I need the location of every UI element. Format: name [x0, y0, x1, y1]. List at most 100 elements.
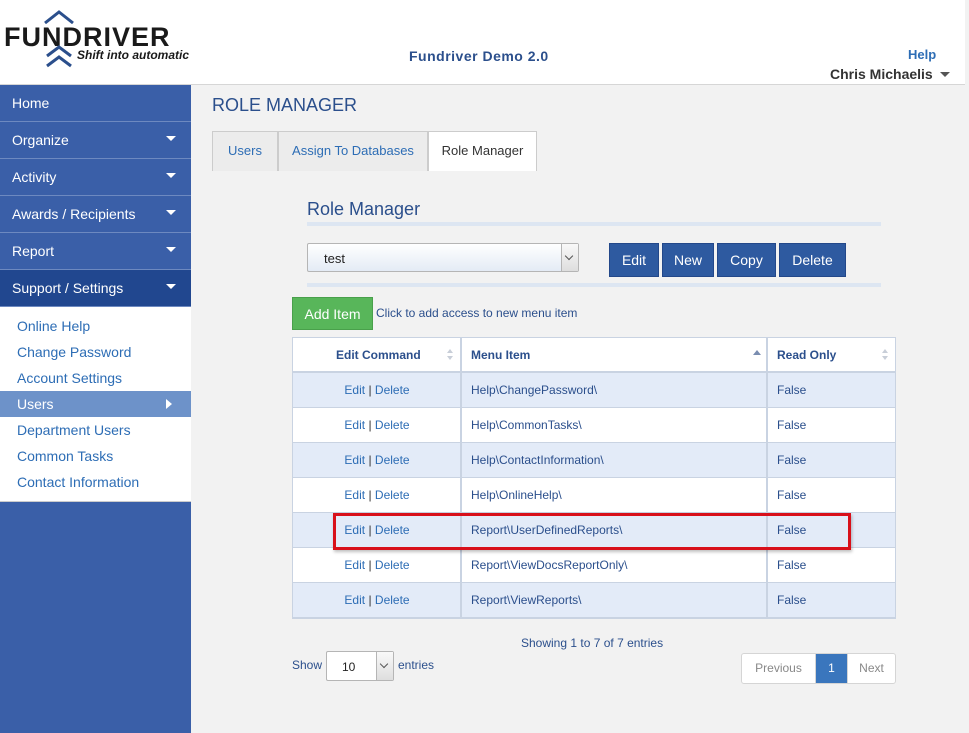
column-divider [766, 478, 768, 512]
menu-item-cell: Help\CommonTasks\ [471, 418, 582, 432]
delete-role-button[interactable]: Delete [779, 243, 846, 277]
row-delete-link[interactable]: Delete [375, 418, 410, 432]
row-delete-link[interactable]: Delete [375, 453, 410, 467]
read-only-cell: False [777, 488, 807, 502]
chevron-down-icon [379, 659, 389, 669]
sidebar-item-label: Report [12, 243, 55, 259]
column-divider [766, 548, 768, 582]
sort-icon[interactable] [447, 349, 454, 361]
link-separator: | [368, 488, 372, 502]
table-row: Edit | Delete Help\OnlineHelp\ False [293, 478, 895, 513]
divider [307, 222, 881, 226]
row-delete-link[interactable]: Delete [375, 593, 410, 607]
previous-page-button[interactable]: Previous [742, 654, 816, 683]
sidebar-item-home[interactable]: Home [0, 85, 191, 122]
link-separator: | [368, 453, 372, 467]
sidebar-item-label: Awards / Recipients [12, 206, 136, 222]
arrow-right-icon [166, 399, 172, 409]
table-row: Edit | Delete Help\CommonTasks\ False [293, 408, 895, 443]
menu-item-cell: Help\ContactInformation\ [471, 453, 604, 467]
row-edit-link[interactable]: Edit [344, 593, 365, 607]
sidebar-item-report[interactable]: Report [0, 233, 191, 270]
page-length-select[interactable]: 10 [326, 651, 394, 681]
row-edit-link[interactable]: Edit [344, 418, 365, 432]
submenu-item-common-tasks[interactable]: Common Tasks [0, 443, 191, 469]
menu-item-cell: Help\OnlineHelp\ [471, 488, 562, 502]
row-edit-link[interactable]: Edit [344, 488, 365, 502]
caret-down-icon [166, 210, 176, 215]
row-delete-link[interactable]: Delete [375, 383, 410, 397]
read-only-cell: False [777, 558, 807, 572]
sidebar-item-activity[interactable]: Activity [0, 159, 191, 196]
column-divider [766, 583, 768, 617]
submenu-item-online-help[interactable]: Online Help [0, 313, 191, 339]
caret-down-icon [166, 173, 176, 178]
table-row: Edit | Delete Report\ViewDocsReportOnly\ F… [293, 548, 895, 583]
column-header-edit-command[interactable]: Edit Command [336, 338, 421, 373]
column-header-menu-item[interactable]: Menu Item [471, 338, 530, 373]
submenu-item-account-settings[interactable]: Account Settings [0, 365, 191, 391]
submenu-item-change-password[interactable]: Change Password [0, 339, 191, 365]
menu-item-cell: Report\ViewDocsReportOnly\ [471, 558, 628, 572]
link-separator: | [368, 558, 372, 572]
section-title: Role Manager [307, 199, 421, 219]
sidebar-item-awards[interactable]: Awards / Recipients [0, 196, 191, 233]
table-row: Edit | Delete Help\ContactInformation\ Fal… [293, 443, 895, 478]
sidebar-item-label: Activity [12, 169, 57, 185]
sort-icon[interactable] [882, 349, 889, 361]
edit-command-cell: Edit | Delete [293, 443, 461, 477]
read-only-cell: False [777, 593, 807, 607]
row-edit-link[interactable]: Edit [344, 383, 365, 397]
column-divider [766, 338, 768, 371]
sort-ascending-icon[interactable] [753, 350, 761, 355]
show-label: Show [292, 658, 323, 672]
link-separator: | [368, 593, 372, 607]
row-delete-link[interactable]: Delete [375, 488, 410, 502]
user-menu[interactable]: Chris Michaelis [830, 66, 933, 82]
table-body: Edit | Delete Help\ChangePassword\ False Ed… [293, 373, 895, 618]
new-role-button[interactable]: New [662, 243, 714, 277]
submenu-item-contact-information[interactable]: Contact Information [0, 469, 191, 495]
submenu-item-department-users[interactable]: Department Users [0, 417, 191, 443]
tab-role-manager[interactable]: Role Manager [428, 131, 537, 171]
page-title: ROLE MANAGER [212, 95, 358, 115]
highlight-annotation [333, 513, 851, 550]
fundriver-logo[interactable]: FUNDRIVER Shift into automatic [4, 10, 196, 70]
table-info: Showing 1 to 7 of 7 entries [521, 636, 664, 650]
role-select[interactable]: test [307, 243, 579, 272]
role-select-value: test [324, 251, 345, 266]
add-item-button[interactable]: Add Item [292, 297, 373, 330]
tab-assign-to-databases[interactable]: Assign To Databases [278, 131, 428, 171]
sidebar-item-support-settings[interactable]: Support / Settings [0, 270, 191, 307]
table-row: Edit | Delete Help\ChangePassword\ False [293, 373, 895, 408]
sidebar-submenu: Online Help Change Password Account Sett… [0, 307, 191, 502]
select-arrow-button[interactable] [561, 244, 578, 271]
pagination: Previous 1 Next [741, 653, 896, 684]
chevron-down-icon [564, 251, 574, 261]
logo-chevrons-icon [46, 45, 72, 68]
row-edit-link[interactable]: Edit [344, 558, 365, 572]
read-only-cell: False [777, 453, 807, 467]
row-edit-link[interactable]: Edit [344, 453, 365, 467]
next-page-button[interactable]: Next [847, 654, 895, 683]
edit-role-button[interactable]: Edit [609, 243, 659, 277]
help-link[interactable]: Help [908, 47, 936, 62]
sidebar: Home Organize Activity Awards / Recipien… [0, 85, 191, 733]
submenu-item-label: Users [17, 396, 54, 412]
column-header-read-only[interactable]: Read Only [777, 338, 836, 373]
tab-users[interactable]: Users [212, 131, 278, 171]
page-length-value: 10 [342, 660, 356, 674]
sidebar-item-organize[interactable]: Organize [0, 122, 191, 159]
entries-label: entries [398, 658, 435, 672]
copy-role-button[interactable]: Copy [717, 243, 776, 277]
link-separator: | [368, 418, 372, 432]
select-arrow-button[interactable] [376, 652, 393, 680]
read-only-cell: False [777, 418, 807, 432]
add-item-hint: Click to add access to new menu item [376, 306, 578, 320]
edit-command-cell: Edit | Delete [293, 408, 461, 442]
user-menu-caret-icon[interactable] [940, 72, 950, 77]
menu-items-table: Edit Command Menu Item Read Only Edit | … [292, 337, 896, 619]
row-delete-link[interactable]: Delete [375, 558, 410, 572]
submenu-item-users[interactable]: Users [0, 391, 191, 417]
page-button-1[interactable]: 1 [816, 654, 847, 683]
